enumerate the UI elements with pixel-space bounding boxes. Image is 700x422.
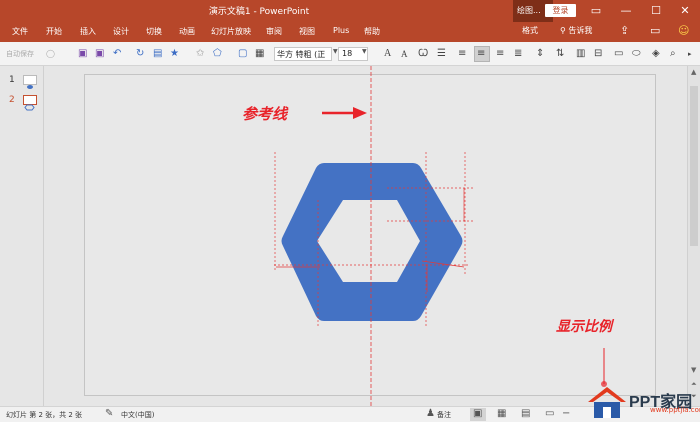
normal-view-icon[interactable]: ▣ [473,408,482,419]
size-dropdown-icon[interactable]: ▼ [362,48,367,55]
watermark-url: www.pptjia.com [650,406,700,414]
pptjia-house-logo [588,387,626,418]
vertical-scrollbar[interactable]: ▲ ▼ ⏶ ⏷ [687,66,700,406]
close-icon[interactable]: ✕ [670,0,700,22]
reading-view-icon[interactable]: ▤ [521,408,530,419]
columns-icon[interactable]: ▥ [576,47,585,61]
feedback-smiley-icon[interactable]: ☺ [678,24,689,37]
autosave-switch-icon[interactable]: ◯ [46,47,55,61]
star-icon[interactable]: ★ [170,47,179,61]
find-icon[interactable]: ⌕ [670,47,676,61]
zoom-level-label: 显示比例 [556,318,615,335]
tab-file[interactable]: 文件 [12,26,28,37]
notes-icon[interactable]: ♟ [426,408,435,419]
justify-icon[interactable]: ≣ [514,47,522,61]
zoom-out-icon[interactable]: − [562,408,570,419]
slide-counter: 幻灯片 第 2 张，共 2 张 [6,411,83,419]
reference-line-label: 参考线 [242,105,289,123]
scroll-up-icon[interactable]: ▲ [691,68,696,76]
font-name-select[interactable]: 华方 特粗 (正 [274,47,332,61]
text-box-icon[interactable]: ▭ [614,47,623,61]
tab-format[interactable]: 格式 [522,25,538,36]
language-indicator[interactable]: 中文(中国) [121,410,154,420]
minimize-icon[interactable]: — [611,0,641,22]
more-icon[interactable]: ▸ [688,47,692,61]
tab-home[interactable]: 开始 [46,26,62,37]
undo-icon[interactable]: ↶ [113,47,121,61]
share-icon[interactable]: ⇪ [620,24,629,37]
window-title: 演示文稿1 - PowerPoint [208,7,310,17]
animation-icon[interactable]: ✩ [196,47,204,61]
tab-review[interactable]: 审阅 [266,26,282,37]
tab-animations[interactable]: 动画 [179,26,195,37]
save-icon[interactable]: ▣ [78,47,87,61]
drawing-tools-title: 绘图... [517,6,541,15]
text-direction-icon[interactable]: ⇅ [556,47,564,61]
line-spacing-icon[interactable]: ⇕ [536,47,544,61]
tab-transitions[interactable]: 切换 [146,26,162,37]
tab-view[interactable]: 视图 [299,26,315,37]
quick-access-toolbar: 自动保存 ◯ ▣ ▣ ↶ ↻ ▤ ★ ✩ ⬠ ▢ ▦ 华方 特粗 (正 ▼ 18… [0,42,700,66]
comments-icon[interactable]: ▭ [650,24,660,37]
rectangle-icon[interactable]: ▢ [238,47,247,61]
ribbon-display-icon[interactable]: ▭ [581,0,611,22]
slide-thumbnail-1[interactable] [23,75,37,89]
arrange-icon[interactable]: ▦ [255,47,264,61]
spell-check-icon[interactable]: ✎ [105,408,113,419]
editing-canvas[interactable]: 参考线 显示比例 [44,66,687,406]
thumb-shape-icon [27,85,33,89]
tab-slideshow[interactable]: 幻灯片放映 [211,26,251,37]
tab-design[interactable]: 设计 [113,26,129,37]
login-button[interactable]: 登录 [545,4,576,17]
notes-button[interactable]: 备注 [437,410,451,420]
align-right-icon[interactable]: ≡ [496,47,504,61]
shape-fill-icon[interactable]: ⬭ [632,47,641,61]
slide-sorter-icon[interactable]: ▦ [497,408,506,419]
scroll-down-icon[interactable]: ▼ [691,366,696,374]
tell-me-label: 告诉我 [568,26,593,35]
slide-drawing-layer: 参考线 显示比例 [242,66,615,406]
thumb-hexagon-icon [24,104,35,111]
slideshow-icon[interactable]: ▭ [545,408,554,419]
ribbon-tabs: 文件 开始 插入 设计 切换 动画 幻灯片放映 审阅 视图 Plus 帮助 [0,22,700,42]
increase-font-icon[interactable]: A [384,47,391,61]
align-text-icon[interactable]: ⊟ [594,47,602,61]
bullets-icon[interactable]: ☰ [437,47,446,61]
tab-help[interactable]: 帮助 [364,26,380,37]
tab-insert[interactable]: 插入 [80,26,96,37]
font-dropdown-icon[interactable]: ▼ [333,48,338,55]
slide-number-1: 1 [9,75,15,85]
tell-me-search[interactable]: ⚲ 告诉我 [560,25,592,36]
pointer-hand-icon [601,348,607,387]
scroll-thumb[interactable] [690,86,698,246]
slide-thumbnail-panel: 1 2 [0,66,44,406]
shapes-icon[interactable]: ⬠ [213,47,222,61]
slide-thumbnail-2[interactable] [23,95,37,111]
tab-plus[interactable]: Plus [333,26,349,35]
redo-icon[interactable]: ↻ [136,47,144,61]
restore-icon[interactable]: ☐ [641,0,671,22]
align-center-icon[interactable]: ≡ [477,47,485,61]
save-as-icon[interactable]: ▣ [95,47,104,61]
decrease-font-icon[interactable]: A [401,47,408,61]
slide-number-2: 2 [9,95,15,105]
quick-styles-icon[interactable]: ◈ [652,47,660,61]
align-left-icon[interactable]: ≡ [458,47,466,61]
new-slide-icon[interactable]: ▤ [153,47,162,61]
clear-format-icon[interactable]: Ꞷ [418,47,428,61]
hexagon-frame-shape[interactable] [281,163,463,321]
guide-arrow [322,107,367,119]
autosave-toggle[interactable]: 自动保存 [6,49,34,59]
